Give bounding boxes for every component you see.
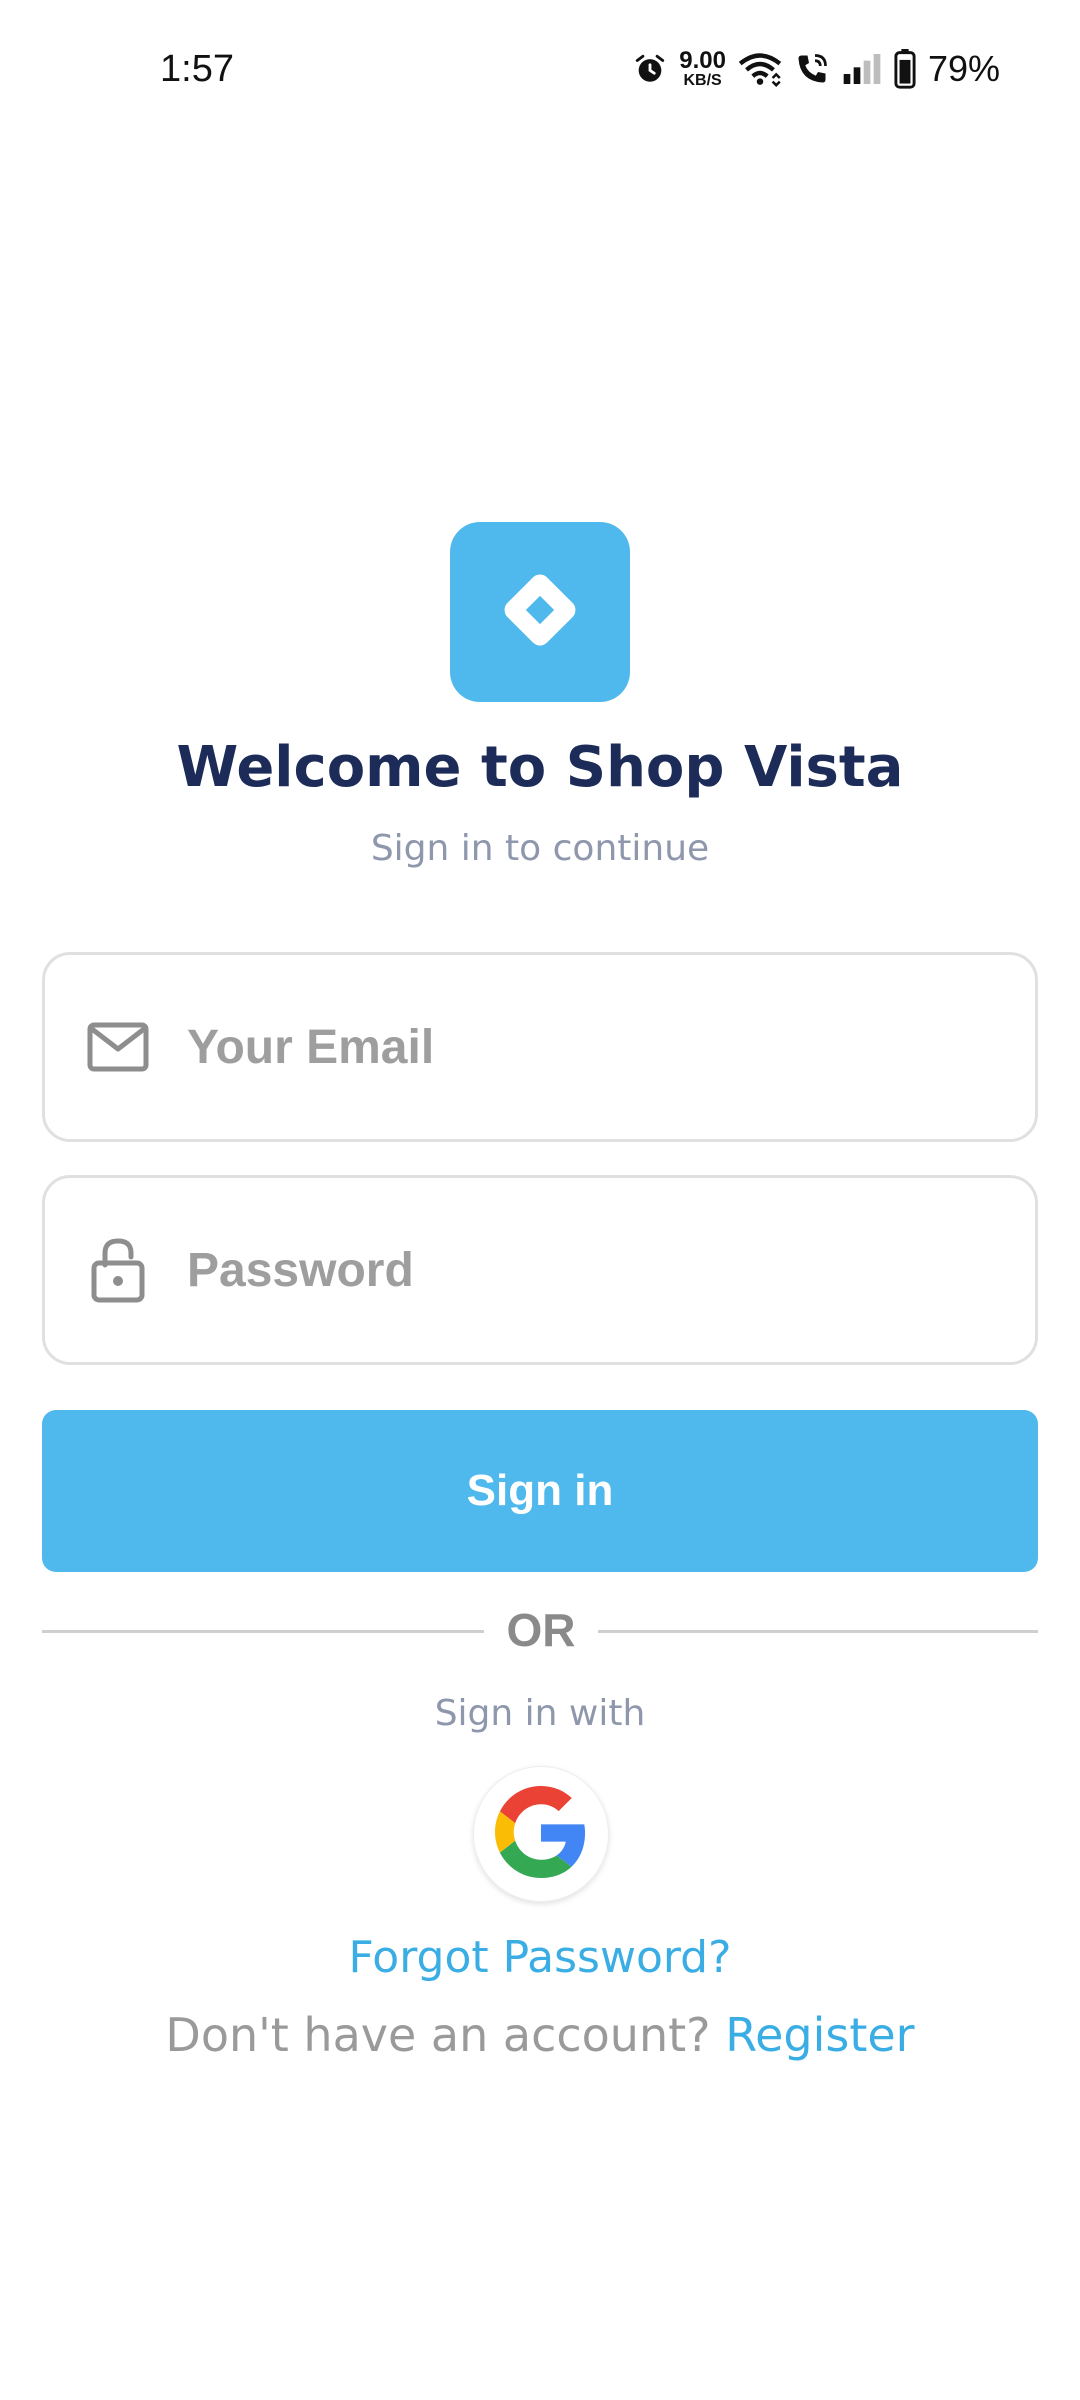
app-logo bbox=[450, 522, 630, 702]
diamond-logo-icon bbox=[490, 560, 590, 665]
forgot-password-link[interactable]: Forgot Password? bbox=[0, 1932, 1080, 1983]
or-text: OR bbox=[506, 1604, 576, 1656]
lock-icon bbox=[83, 1235, 153, 1305]
wifi-icon bbox=[738, 51, 782, 87]
password-input[interactable] bbox=[185, 1241, 989, 1299]
signal-icon bbox=[842, 52, 882, 86]
mail-icon bbox=[83, 1012, 153, 1082]
status-icons: 9.00 KB/S 79% bbox=[633, 44, 1000, 94]
alarm-icon bbox=[633, 52, 667, 86]
status-time: 1:57 bbox=[160, 48, 234, 90]
sign-in-button[interactable]: Sign in bbox=[42, 1410, 1038, 1572]
page-title: Welcome to Shop Vista bbox=[176, 735, 904, 800]
google-sign-in-button[interactable] bbox=[473, 1766, 609, 1902]
battery-icon bbox=[894, 49, 916, 89]
email-input[interactable] bbox=[185, 1018, 989, 1076]
register-link[interactable]: Register bbox=[725, 2008, 914, 2062]
no-account-text: Don't have an account? bbox=[165, 2008, 711, 2062]
net-speed-value: 9.00 bbox=[679, 47, 726, 74]
password-field[interactable] bbox=[42, 1175, 1038, 1365]
battery-percent: 79% bbox=[927, 48, 1000, 89]
or-divider: OR bbox=[42, 1600, 1038, 1660]
net-speed-unit: KB/S bbox=[683, 72, 722, 89]
page-subtitle: Sign in to continue bbox=[370, 828, 710, 869]
sign-in-with-label: Sign in with bbox=[434, 1693, 646, 1734]
divider-line-right bbox=[598, 1630, 1038, 1633]
google-icon bbox=[495, 1785, 587, 1883]
divider-line-left bbox=[42, 1630, 484, 1633]
status-bar: 1:57 9.00 KB/S 79% bbox=[0, 0, 1080, 140]
net-speed: 9.00 KB/S bbox=[679, 49, 726, 89]
register-row: Don't have an account? Register bbox=[0, 2008, 1080, 2062]
wifi-call-icon bbox=[794, 51, 830, 87]
email-field[interactable] bbox=[42, 952, 1038, 1142]
